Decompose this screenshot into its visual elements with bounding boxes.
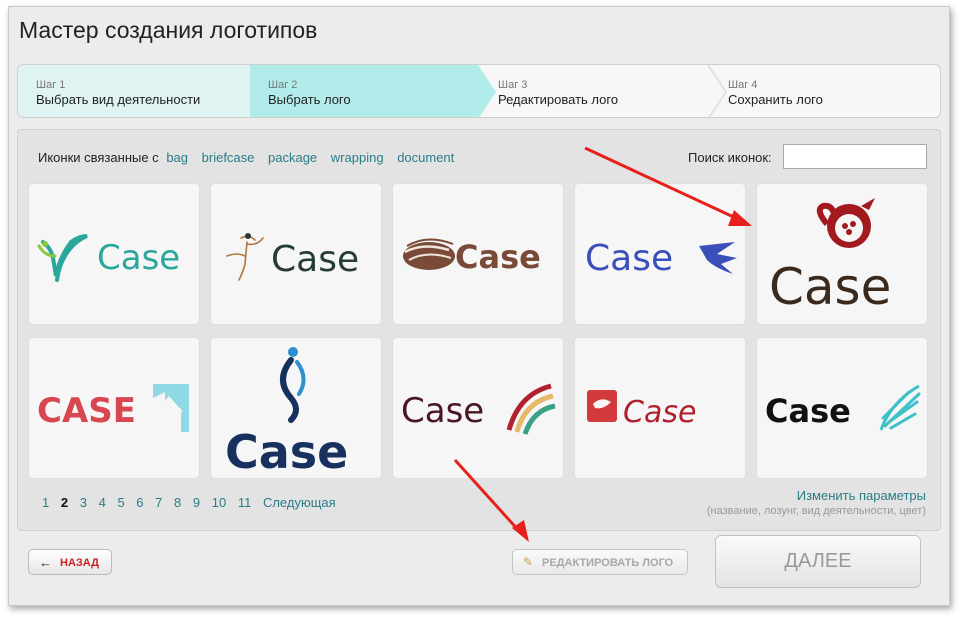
logo-card-8[interactable]: Case xyxy=(392,337,564,479)
pagination: 1 2 3 4 5 6 7 8 9 10 11 Следующая xyxy=(42,495,344,510)
rainbow-arc-icon: Case xyxy=(401,383,556,435)
page-link[interactable]: 3 xyxy=(80,495,87,510)
wizard-steps: Шаг 1 Выбрать вид деятельности Шаг 2 Выб… xyxy=(17,64,941,118)
pomegranate-icon: Case xyxy=(769,198,891,316)
page-link[interactable]: 11 xyxy=(238,495,252,510)
edit-logo-button[interactable]: ✎ РЕДАКТИРОВАТЬ ЛОГО xyxy=(512,549,688,575)
page-link[interactable]: 7 xyxy=(155,495,162,510)
search-input[interactable] xyxy=(783,144,927,169)
arrow-left-icon: ← xyxy=(39,555,52,570)
logo-gallery-panel: Иконки связанные с bag briefcase package… xyxy=(17,129,941,531)
logo-card-6[interactable]: CASE xyxy=(28,337,200,479)
step-label: Выбрать вид деятельности xyxy=(36,92,201,107)
change-params-link[interactable]: Изменить параметры xyxy=(797,488,926,503)
page-current: 2 xyxy=(60,495,69,510)
tag-document[interactable]: document xyxy=(397,150,454,165)
page-link[interactable]: 6 xyxy=(136,495,143,510)
house-icon: CASE xyxy=(37,384,189,432)
logo-text: CASE xyxy=(37,391,136,431)
next-page-link[interactable]: Следующая xyxy=(263,495,336,510)
search-label: Поиск иконок: xyxy=(688,150,772,165)
logo-card-5[interactable]: Case xyxy=(756,183,928,325)
step-label: Редактировать лого xyxy=(498,92,619,107)
step-number: Шаг 3 xyxy=(498,79,528,91)
page-link[interactable]: 1 xyxy=(42,495,49,510)
logo-text: Case xyxy=(765,392,851,430)
logo-card-10[interactable]: Case xyxy=(756,337,928,479)
logo-text: Case xyxy=(401,391,484,431)
next-button[interactable]: ДАЛЕЕ xyxy=(715,535,921,588)
logo-card-2[interactable]: Case xyxy=(210,183,382,325)
back-label: НАЗАД xyxy=(60,557,99,569)
page-link[interactable]: 5 xyxy=(117,495,124,510)
tag-package[interactable]: package xyxy=(268,150,317,165)
change-params-hint: (название, лозунг, вид деятельности, цве… xyxy=(706,505,926,517)
step-label: Выбрать лого xyxy=(268,92,351,107)
page-link[interactable]: 9 xyxy=(193,495,200,510)
step-number: Шаг 2 xyxy=(268,79,298,91)
page-link[interactable]: 8 xyxy=(174,495,181,510)
step-number: Шаг 1 xyxy=(36,79,66,91)
logo-text: Case xyxy=(585,238,673,279)
dancer-icon: Case xyxy=(226,233,359,281)
step-4[interactable]: Шаг 4 Сохранить лого xyxy=(710,65,940,117)
page-title: Мастер создания логотипов xyxy=(19,17,318,43)
tag-briefcase[interactable]: briefcase xyxy=(202,150,255,165)
logo-card-3[interactable]: Case xyxy=(392,183,564,325)
logo-card-4[interactable]: Case xyxy=(574,183,746,325)
red-stamp-icon: Case xyxy=(587,390,696,430)
related-label: Иконки связанные с xyxy=(38,150,159,165)
logo-text: Case xyxy=(225,425,348,479)
page-link[interactable]: 10 xyxy=(212,495,226,510)
step-number: Шаг 4 xyxy=(728,79,758,91)
logo-text: Case xyxy=(455,238,541,276)
swirl-disc-icon: Case xyxy=(403,238,541,276)
edit-label: РЕДАКТИРОВАТЬ ЛОГО xyxy=(542,557,674,569)
feather-icon: Case xyxy=(765,384,921,431)
logo-wizard-window: Мастер создания логотипов Шаг 1 Выбрать … xyxy=(8,6,950,606)
pencil-icon: ✎ xyxy=(523,555,534,569)
person-swoosh-icon: Case xyxy=(225,347,348,479)
step-1[interactable]: Шаг 1 Выбрать вид деятельности xyxy=(18,65,268,117)
page-link[interactable]: 4 xyxy=(99,495,106,510)
step-3[interactable]: Шаг 3 Редактировать лого xyxy=(480,65,727,117)
logo-card-7[interactable]: Case xyxy=(210,337,382,479)
logo-text: Case xyxy=(769,258,891,316)
step-2[interactable]: Шаг 2 Выбрать лого xyxy=(250,65,496,117)
related-icons: Иконки связанные с bag briefcase package… xyxy=(38,150,460,165)
tag-wrapping[interactable]: wrapping xyxy=(331,150,384,165)
logo-text: Case xyxy=(271,239,359,280)
back-button[interactable]: ← НАЗАД xyxy=(28,549,112,575)
logo-text: Case xyxy=(623,395,696,430)
leaf-figure-icon: Case xyxy=(37,234,180,282)
logo-card-1[interactable]: Case xyxy=(28,183,200,325)
step-label: Сохранить лого xyxy=(728,92,823,107)
tag-bag[interactable]: bag xyxy=(166,150,188,165)
logo-card-9[interactable]: Case xyxy=(574,337,746,479)
logo-text: Case xyxy=(97,238,180,278)
wing-icon: Case xyxy=(585,238,737,279)
